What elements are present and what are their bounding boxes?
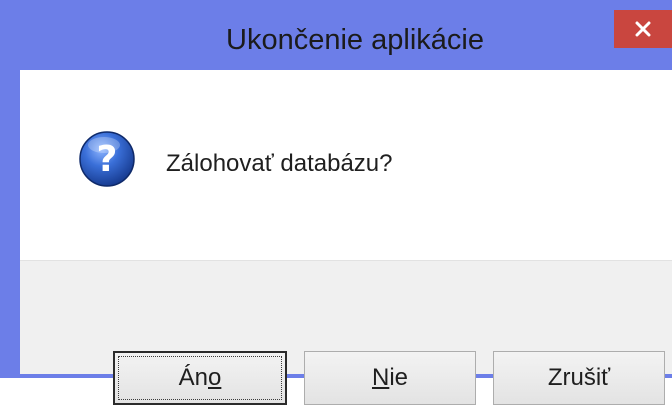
message-area: ? Zálohovať databázu? <box>20 70 672 260</box>
dialog-window: Ukončenie aplikácie ? Zálohovať databázu… <box>0 0 672 405</box>
title-bar[interactable]: Ukončenie aplikácie <box>0 0 672 70</box>
message-text: Zálohovať databázu? <box>166 150 393 177</box>
yes-button[interactable]: Án o <box>113 351 287 405</box>
close-button[interactable] <box>614 10 672 48</box>
svg-text:?: ? <box>97 139 118 180</box>
yes-label-pre: Án <box>178 364 208 391</box>
yes-label-accel: o <box>208 364 222 391</box>
dialog-content: ? Zálohovať databázu? Án o Nie Zrušiť <box>20 70 672 405</box>
no-label-post: ie <box>389 364 409 391</box>
no-button[interactable]: Nie <box>304 351 476 405</box>
cancel-label: Zrušiť <box>547 364 611 391</box>
button-bar: Án o Nie Zrušiť <box>20 260 672 405</box>
cancel-button[interactable]: Zrušiť <box>493 351 665 405</box>
close-icon <box>635 21 651 37</box>
no-label-accel: N <box>371 364 390 391</box>
question-icon: ? <box>79 131 135 187</box>
window-title: Ukončenie aplikácie <box>226 24 484 56</box>
